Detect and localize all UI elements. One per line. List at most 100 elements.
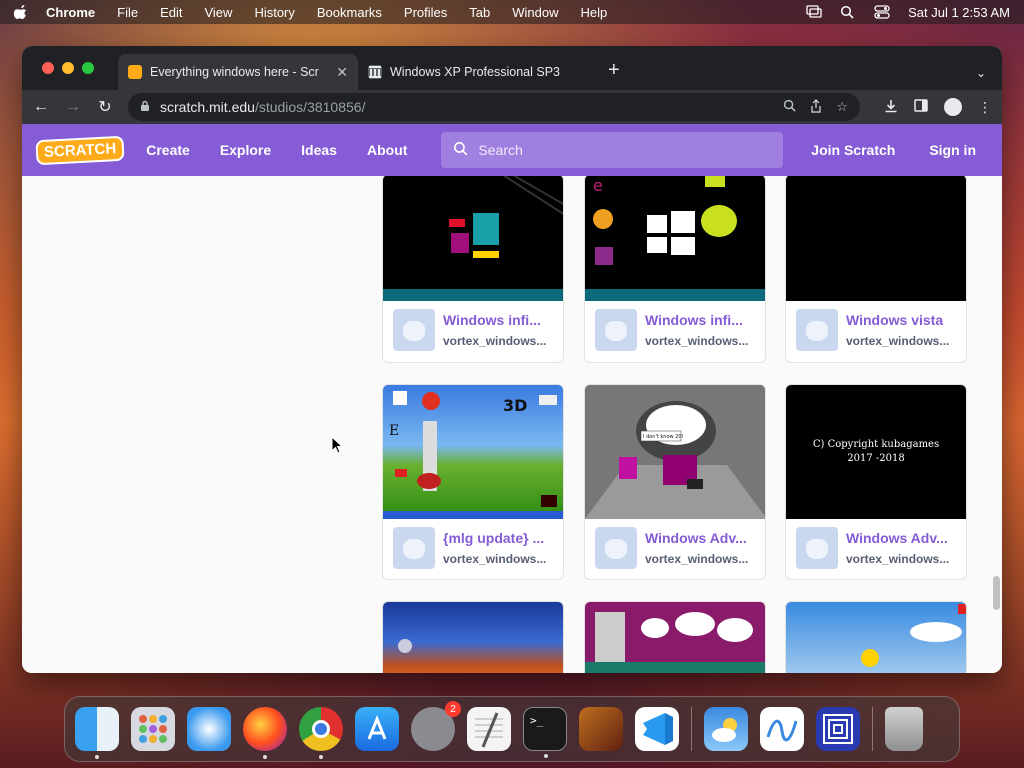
search-page-icon[interactable] — [783, 99, 796, 116]
project-author[interactable]: vortex_windows... — [846, 552, 949, 566]
project-title[interactable]: Windows infi... — [645, 312, 748, 328]
tab-everything-windows[interactable]: Everything windows here - Scr ✕ — [118, 54, 358, 90]
project-card[interactable]: 3D E {mlg update} ... vortex_windows... — [382, 384, 564, 580]
profile-avatar-icon[interactable] — [944, 98, 962, 116]
forward-icon[interactable]: → — [64, 98, 82, 116]
project-card[interactable]: e Windows infi... vortex_windows... — [584, 176, 766, 363]
project-title[interactable]: Windows Adv... — [645, 530, 748, 546]
chrome-icon[interactable] — [299, 707, 343, 759]
project-thumbnail[interactable] — [383, 176, 563, 301]
join-scratch-link[interactable]: Join Scratch — [811, 142, 895, 158]
side-panel-icon[interactable] — [914, 99, 928, 115]
weather-icon[interactable] — [704, 707, 748, 751]
menu-file[interactable]: File — [117, 5, 138, 20]
apple-icon[interactable] — [14, 5, 28, 19]
project-card[interactable] — [584, 601, 766, 673]
menu-window[interactable]: Window — [512, 5, 558, 20]
url-host: scratch.mit.edu — [160, 99, 255, 115]
project-thumbnail[interactable]: C) Copyright kubagames 2017 -2018 — [786, 385, 966, 519]
screen-mirroring-icon[interactable] — [806, 5, 822, 19]
project-thumbnail[interactable] — [786, 176, 966, 301]
menu-chrome[interactable]: Chrome — [46, 5, 95, 20]
tab-strip: Everything windows here - Scr ✕ Windows … — [22, 46, 1002, 90]
nav-ideas[interactable]: Ideas — [301, 142, 337, 158]
terminal-icon[interactable]: >_ — [523, 707, 567, 758]
back-icon[interactable]: ← — [32, 98, 50, 116]
author-avatar[interactable] — [595, 527, 637, 569]
project-author[interactable]: vortex_windows... — [443, 552, 546, 566]
project-author[interactable]: vortex_windows... — [846, 334, 949, 348]
spotlight-search-icon[interactable] — [840, 5, 856, 19]
project-thumbnail[interactable]: I don't know 20! — [585, 385, 765, 519]
sign-in-link[interactable]: Sign in — [929, 142, 976, 158]
project-author[interactable]: vortex_windows... — [645, 334, 748, 348]
reload-icon[interactable]: ↻ — [96, 97, 114, 117]
svg-text:E: E — [389, 423, 399, 439]
search-input[interactable]: Search — [441, 132, 784, 168]
scratch-logo[interactable]: SCRATCH — [35, 135, 125, 165]
safari-icon[interactable] — [187, 707, 231, 751]
nav-about[interactable]: About — [367, 142, 407, 158]
nav-explore[interactable]: Explore — [220, 142, 271, 158]
scratch-favicon-icon — [128, 65, 142, 79]
project-thumbnail[interactable]: e — [585, 176, 765, 301]
project-title[interactable]: Windows Adv... — [846, 530, 949, 546]
project-title[interactable]: Windows vista — [846, 312, 949, 328]
project-thumbnail[interactable] — [585, 602, 765, 673]
freeform-icon[interactable] — [760, 707, 804, 751]
system-settings-icon[interactable]: 2 — [411, 701, 461, 751]
author-avatar[interactable] — [393, 309, 435, 351]
menu-edit[interactable]: Edit — [160, 5, 182, 20]
share-icon[interactable] — [810, 98, 822, 116]
bookmark-star-icon[interactable]: ☆ — [836, 99, 848, 116]
nav-create[interactable]: Create — [146, 142, 190, 158]
menu-history[interactable]: History — [254, 5, 294, 20]
app-store-icon[interactable] — [355, 707, 399, 751]
close-tab-icon[interactable]: ✕ — [336, 64, 348, 81]
menu-help[interactable]: Help — [581, 5, 608, 20]
menu-tab[interactable]: Tab — [469, 5, 490, 20]
textedit-icon[interactable] — [467, 707, 511, 751]
firefox-icon[interactable] — [243, 707, 287, 759]
page-scrollbar[interactable] — [993, 576, 1000, 610]
author-avatar[interactable] — [796, 309, 838, 351]
menu-profiles[interactable]: Profiles — [404, 5, 447, 20]
lock-icon[interactable] — [140, 99, 150, 115]
zoom-window-button[interactable] — [82, 62, 94, 74]
author-avatar[interactable] — [393, 527, 435, 569]
close-window-button[interactable] — [42, 62, 54, 74]
project-info: Windows infi... vortex_windows... — [383, 301, 563, 359]
finder-icon[interactable] — [75, 707, 119, 759]
project-card[interactable]: I don't know 20! Windows Adv... vortex_w… — [584, 384, 766, 580]
project-thumbnail[interactable]: 3D E — [383, 385, 563, 519]
project-card[interactable]: Windows infi... vortex_windows... — [382, 176, 564, 363]
address-bar[interactable]: scratch.mit.edu/studios/3810856/ ☆ — [128, 93, 860, 121]
vscode-icon[interactable] — [635, 707, 679, 751]
screen-app-icon[interactable] — [816, 707, 860, 751]
minimize-window-button[interactable] — [62, 62, 74, 74]
project-author[interactable]: vortex_windows... — [645, 552, 748, 566]
project-author[interactable]: vortex_windows... — [443, 334, 546, 348]
author-avatar[interactable] — [595, 309, 637, 351]
project-thumbnail[interactable] — [383, 602, 563, 673]
control-center-icon[interactable] — [874, 5, 890, 19]
project-title[interactable]: {mlg update} ... — [443, 530, 546, 546]
menu-view[interactable]: View — [204, 5, 232, 20]
new-tab-icon[interactable]: + — [608, 59, 620, 82]
menu-bookmarks[interactable]: Bookmarks — [317, 5, 382, 20]
garageband-icon[interactable] — [579, 707, 623, 751]
author-avatar[interactable] — [796, 527, 838, 569]
menubar-clock[interactable]: Sat Jul 1 2:53 AM — [908, 5, 1010, 20]
project-card[interactable] — [382, 601, 564, 673]
project-card[interactable]: Windows vista vortex_windows... — [785, 176, 967, 363]
trash-icon[interactable] — [885, 707, 923, 751]
tab-windows-xp[interactable]: Windows XP Professional SP3 — [358, 54, 598, 90]
project-thumbnail[interactable] — [786, 602, 966, 673]
downloads-icon[interactable] — [884, 99, 898, 116]
project-card[interactable]: C) Copyright kubagames 2017 -2018 Window… — [785, 384, 967, 580]
project-title[interactable]: Windows infi... — [443, 312, 546, 328]
more-menu-icon[interactable]: ⋮ — [978, 99, 992, 116]
project-card[interactable] — [785, 601, 967, 673]
tab-search-chevron-icon[interactable]: ⌄ — [976, 66, 986, 80]
launchpad-icon[interactable] — [131, 707, 175, 751]
